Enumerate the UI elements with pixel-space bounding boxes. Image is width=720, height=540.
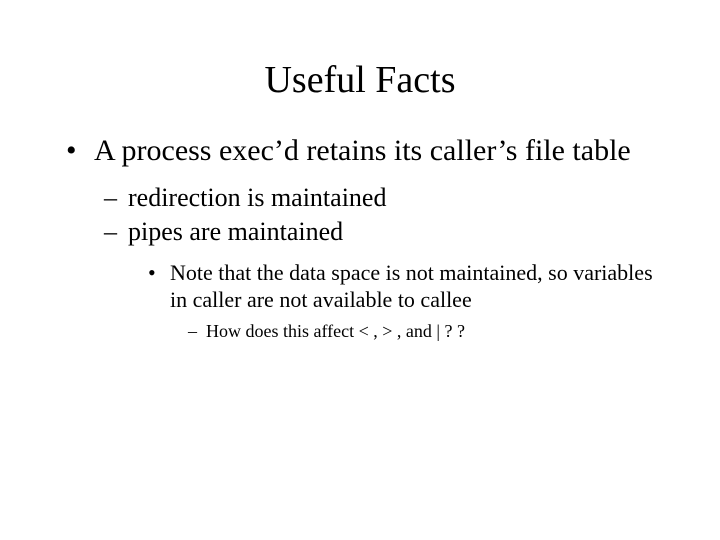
bullet-level-3: Note that the data space is not maintain… — [148, 259, 670, 314]
bullet-level-2: redirection is maintained — [104, 182, 670, 215]
bullet-level-1: A process exec’d retains its caller’s fi… — [66, 132, 670, 170]
slide-content: A process exec’d retains its caller’s fi… — [0, 132, 720, 343]
bullet-level-4: How does this affect < , > , and | ? ? — [188, 320, 670, 343]
bullet-level-2: pipes are maintained — [104, 216, 670, 249]
slide-title: Useful Facts — [0, 0, 720, 132]
slide: Useful Facts A process exec’d retains it… — [0, 0, 720, 540]
